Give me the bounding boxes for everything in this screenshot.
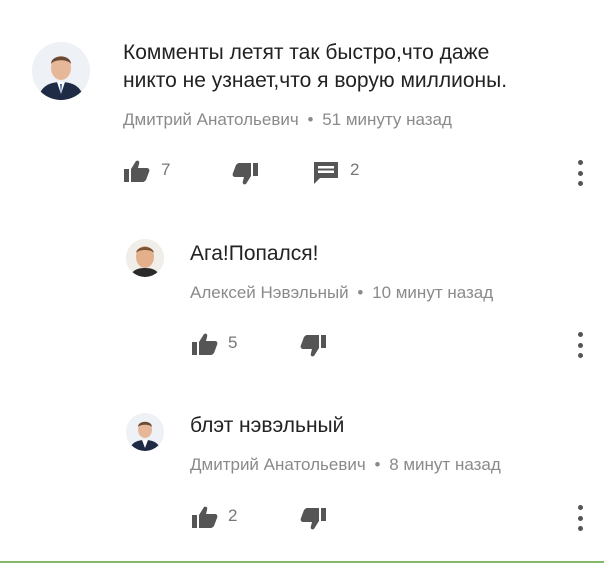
person-suit-icon: [32, 42, 90, 100]
like-count: 5: [228, 333, 238, 352]
comment-text-line2: никто не узнает,что я ворую миллионы.: [123, 69, 508, 92]
comment-text: блэт нэвэльный: [190, 414, 345, 437]
thumbs-down-icon: [300, 508, 326, 530]
like-button[interactable]: [192, 333, 218, 355]
more-options-icon[interactable]: [575, 332, 585, 358]
thumbs-up-icon: [124, 160, 150, 182]
dislike-button[interactable]: [232, 163, 258, 185]
author-name[interactable]: Дмитрий Анатольевич: [123, 110, 299, 129]
like-count: 2: [228, 506, 238, 525]
like-button[interactable]: [192, 506, 218, 528]
avatar[interactable]: [126, 413, 164, 451]
meta-separator: •: [357, 283, 364, 302]
thumbs-down-icon: [300, 335, 326, 357]
like-button[interactable]: [124, 160, 150, 182]
timestamp[interactable]: 10 минут назад: [372, 283, 493, 302]
meta-separator: •: [374, 455, 381, 474]
person-face-icon: [126, 239, 164, 277]
thumbs-down-icon: [232, 163, 258, 185]
comment-text-line1: Комменты летят так быстро,что даже: [123, 41, 490, 64]
comment-meta: Дмитрий Анатольевич • 51 минуту назад: [123, 110, 452, 130]
reply-button[interactable]: [314, 162, 338, 184]
comment-text: Ага!Попался!: [190, 242, 319, 265]
more-options-icon[interactable]: [575, 505, 585, 531]
person-suit-icon: [126, 413, 164, 451]
thumbs-up-icon: [192, 333, 218, 355]
more-options-icon[interactable]: [575, 160, 585, 186]
timestamp[interactable]: 8 минут назад: [389, 455, 501, 474]
timestamp[interactable]: 51 минуту назад: [322, 110, 452, 129]
author-name[interactable]: Дмитрий Анатольевич: [190, 455, 366, 474]
comment-meta: Алексей Нэвэльный • 10 минут назад: [190, 283, 493, 303]
dislike-button[interactable]: [300, 335, 326, 357]
avatar[interactable]: [32, 42, 90, 100]
reply-count: 2: [350, 160, 360, 179]
meta-separator: •: [307, 110, 314, 129]
avatar[interactable]: [126, 239, 164, 277]
dislike-button[interactable]: [300, 508, 326, 530]
like-count: 7: [161, 160, 171, 179]
thumbs-up-icon: [192, 506, 218, 528]
author-name[interactable]: Алексей Нэвэльный: [190, 283, 349, 302]
comment-meta: Дмитрий Анатольевич • 8 минут назад: [190, 455, 501, 475]
comment-bubble-icon: [314, 162, 338, 184]
